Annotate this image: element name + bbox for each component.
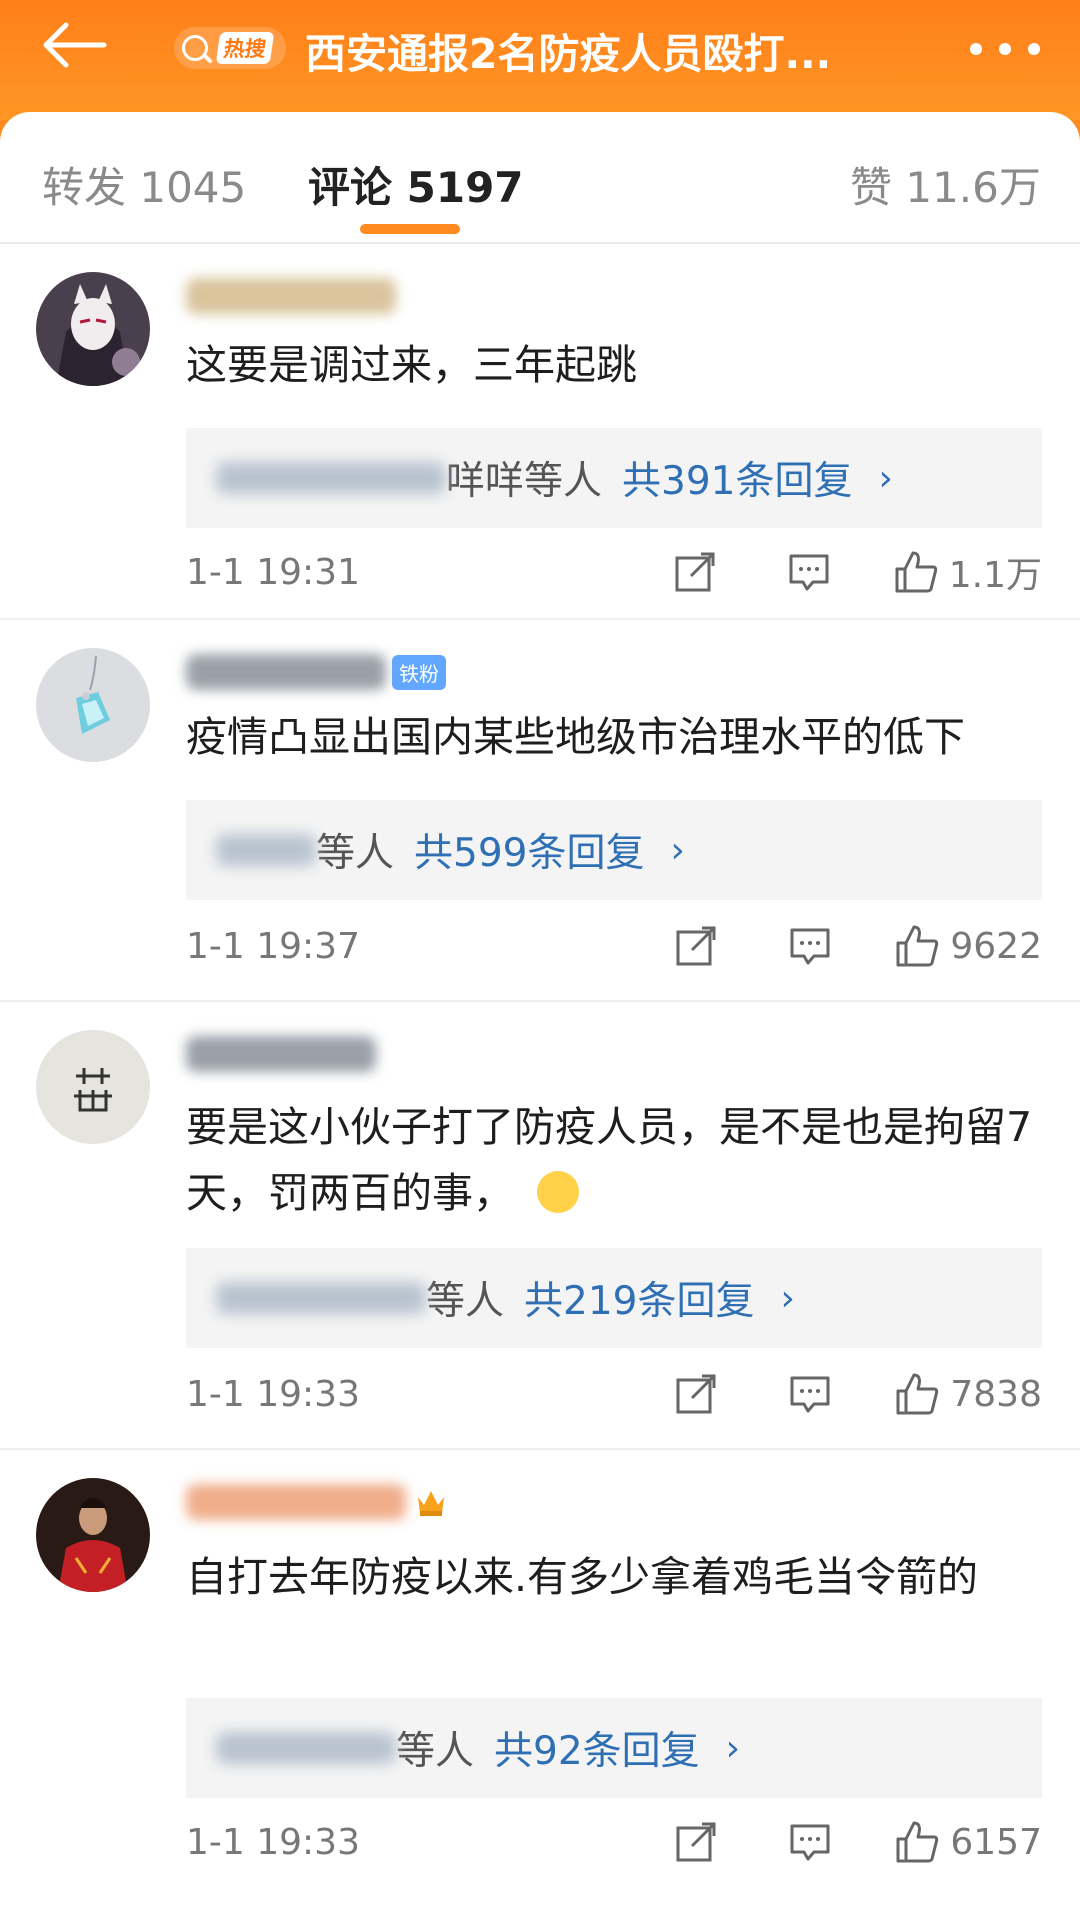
comment-time: 1-1 19:33 <box>186 1821 360 1863</box>
comment-text: 自打去年防疫以来.有多少拿着鸡毛当令箭的 <box>186 1553 979 1601</box>
username-blurred <box>186 654 386 690</box>
thumb-up-icon <box>895 551 937 593</box>
hot-search-pill[interactable]: 热搜 <box>174 27 286 69</box>
username[interactable] <box>186 1480 448 1524</box>
reply-users-blurred <box>216 1732 396 1764</box>
avatar[interactable] <box>36 648 150 762</box>
comment-meta: 1-1 19:31 1.1万 <box>186 542 1042 602</box>
tab-likes[interactable]: 赞 11.6万 <box>850 154 1041 215</box>
reply-users-blurred <box>216 1282 426 1314</box>
like-count: 7838 <box>950 1373 1042 1415</box>
comment-meta: 1-1 19:37 9622 <box>186 916 1042 976</box>
comment-icon[interactable] <box>788 1820 832 1864</box>
top-bar: 热搜 西安通报2名防疫人员殴打... <box>0 0 1080 120</box>
username-blurred <box>186 278 396 314</box>
comment-item: 这要是调过来，三年起跳 咩咩等人 共391条回复 › 1-1 19:31 1.1… <box>0 244 1080 620</box>
reply-count-link[interactable]: 共599条回复 <box>414 822 644 878</box>
chevron-right-icon: › <box>780 1277 795 1319</box>
username-blurred <box>186 1036 376 1072</box>
thumb-up-icon <box>896 925 939 967</box>
reply-count-link[interactable]: 共391条回复 <box>622 450 852 506</box>
like-button[interactable]: 6157 <box>894 1819 1042 1865</box>
tab-comments[interactable]: 评论 5197 <box>308 154 524 215</box>
reply-users-tail: 等人 <box>396 1729 475 1774</box>
chevron-right-icon: › <box>878 457 893 499</box>
like-button[interactable]: 1.1万 <box>893 546 1042 598</box>
reply-summary[interactable]: 等人 共92条回复 › <box>186 1698 1042 1798</box>
hot-search-label: 热搜 <box>215 32 275 64</box>
comment-meta: 1-1 19:33 7838 <box>186 1364 1042 1424</box>
comment-text-body: 要是这小伙子打了防疫人员，是不是也是拘留7天，罚两百的事， <box>186 1103 1033 1217</box>
comment-time: 1-1 19:33 <box>186 1373 360 1415</box>
share-icon[interactable] <box>674 924 718 968</box>
reply-count-link[interactable]: 共219条回复 <box>524 1270 754 1326</box>
chevron-right-icon: › <box>725 1727 741 1769</box>
fan-badge: 铁粉 <box>392 654 446 690</box>
active-tab-indicator <box>360 224 460 234</box>
reply-count-link[interactable]: 共92条回复 <box>494 1720 700 1776</box>
reply-summary[interactable]: 等人 共219条回复 › <box>186 1248 1042 1348</box>
tab-bar: 转发 1045 评论 5197 赞 11.6万 <box>0 112 1080 244</box>
tab-reposts[interactable]: 转发 1045 <box>42 154 246 215</box>
comment-time: 1-1 19:31 <box>186 551 360 593</box>
comment-text: 这要是调过来，三年起跳 <box>186 341 637 389</box>
share-icon[interactable] <box>673 550 717 594</box>
search-icon <box>182 35 208 61</box>
share-icon[interactable] <box>674 1820 718 1864</box>
comment-actions: 7838 <box>604 1371 1042 1417</box>
username[interactable] <box>186 274 396 318</box>
page-title: 西安通报2名防疫人员殴打... <box>305 30 832 78</box>
comment-icon[interactable] <box>788 1372 832 1416</box>
vip-crown-icon <box>418 1491 444 1516</box>
like-count: 9622 <box>950 925 1042 967</box>
like-count: 1.1万 <box>948 555 1042 596</box>
reply-users-tail: 咩咩等人 <box>446 459 603 504</box>
avatar[interactable] <box>36 272 150 386</box>
reply-users-blurred <box>216 462 446 494</box>
thumb-up-icon <box>896 1821 939 1863</box>
back-arrow-icon <box>43 22 107 68</box>
username-blurred <box>186 1484 406 1520</box>
comment-meta: 1-1 19:33 6157 <box>186 1812 1042 1872</box>
chevron-right-icon: › <box>670 829 685 871</box>
reply-users-blurred <box>216 834 316 866</box>
avatar[interactable] <box>36 1030 150 1144</box>
comment-icon[interactable] <box>787 550 831 594</box>
share-icon[interactable] <box>674 1372 718 1416</box>
comment-item: 要是这小伙子打了防疫人员，是不是也是拘留7天，罚两百的事， 等人 共219条回复… <box>0 1002 1080 1450</box>
back-button[interactable] <box>38 20 128 80</box>
thinking-face-icon <box>537 1171 580 1213</box>
comment-actions: 9622 <box>604 923 1042 969</box>
avatar[interactable] <box>36 1478 150 1592</box>
reply-users-tail: 等人 <box>426 1279 505 1324</box>
comment-actions: 6157 <box>604 1819 1042 1865</box>
like-count: 6157 <box>950 1821 1042 1863</box>
comment-item: 自打去年防疫以来.有多少拿着鸡毛当令箭的 等人 共92条回复 › 1-1 19:… <box>0 1450 1080 1905</box>
reply-users-tail: 等人 <box>316 831 395 876</box>
reply-summary[interactable]: 咩咩等人 共391条回复 › <box>186 428 1042 528</box>
comment-text: 要是这小伙子打了防疫人员，是不是也是拘留7天，罚两百的事， <box>186 1094 1046 1226</box>
comment-actions: 1.1万 <box>603 546 1042 598</box>
comment-time: 1-1 19:37 <box>186 925 360 967</box>
thumb-up-icon <box>896 1373 939 1415</box>
comments-panel: 转发 1045 评论 5197 赞 11.6万 这要是调过来，三年起跳 咩咩等人… <box>0 112 1080 1905</box>
comment-text: 疫情凸显出国内某些地级市治理水平的低下 <box>186 713 965 761</box>
reply-summary[interactable]: 等人 共599条回复 › <box>186 800 1042 900</box>
more-dots-icon[interactable] <box>970 36 1040 62</box>
username[interactable]: 铁粉 <box>186 650 446 694</box>
comment-icon[interactable] <box>788 924 832 968</box>
like-button[interactable]: 9622 <box>894 923 1042 969</box>
like-button[interactable]: 7838 <box>894 1371 1042 1417</box>
comment-item: 铁粉 疫情凸显出国内某些地级市治理水平的低下 等人 共599条回复 › 1-1 … <box>0 620 1080 1002</box>
username[interactable] <box>186 1032 376 1076</box>
